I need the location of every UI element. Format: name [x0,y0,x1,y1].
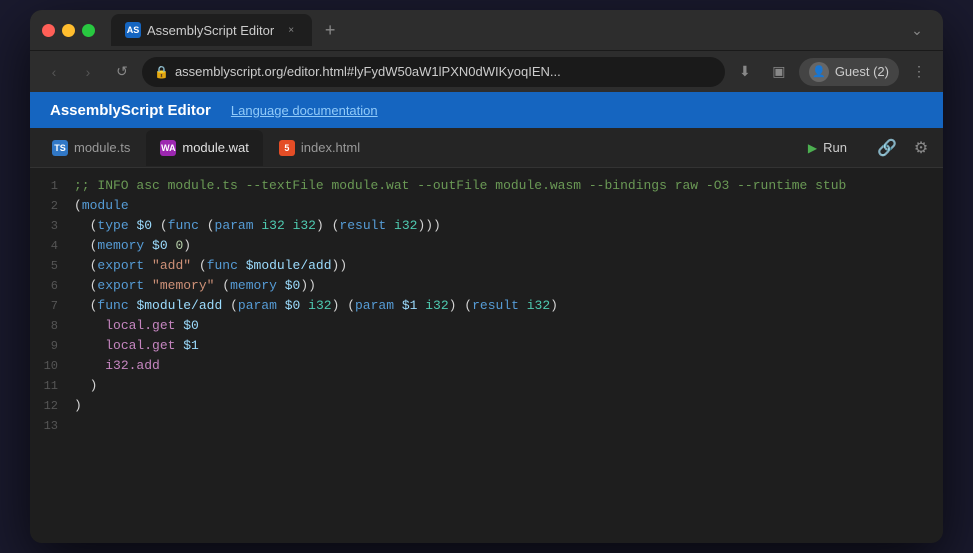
tab-index-html[interactable]: 5 index.html [265,130,374,166]
toolbar-icons: 🔗 ⚙ [873,134,935,162]
address-url: assemblyscript.org/editor.html#lyFydW50a… [175,64,713,79]
tab-label-module-ts: module.ts [74,140,130,155]
code-line: 3 (type $0 (func (param i32 i32) (result… [30,216,943,236]
code-line: 9 local.get $1 [30,336,943,356]
code-line: 7 (func $module/add (param $0 i32) (para… [30,296,943,316]
code-line: 5 (export "add" (func $module/add)) [30,256,943,276]
code-line: 13 [30,416,943,436]
browser-window: AS AssemblyScript Editor × + ⌄ ‹ › ↺ 🔒 a… [30,10,943,543]
link-icon-button[interactable]: 🔗 [873,134,901,162]
code-line: 11 ) [30,376,943,396]
code-line: 10 i32.add [30,356,943,376]
tab-label-index-html: index.html [301,140,360,155]
run-icon: ▶ [808,141,817,155]
ts-file-icon: TS [52,140,68,156]
app-header: AssemblyScript Editor Language documenta… [30,92,943,128]
code-line: 12 ) [30,396,943,416]
language-docs-link[interactable]: Language documentation [231,103,378,118]
title-bar: AS AssemblyScript Editor × + ⌄ [30,10,943,50]
forward-button[interactable]: › [74,58,102,86]
tab-label-module-wat: module.wat [182,140,248,155]
tab-close-button[interactable]: × [284,23,298,37]
user-icon: 👤 [809,62,829,82]
address-bar-row: ‹ › ↺ 🔒 assemblyscript.org/editor.html#l… [30,50,943,92]
file-tabs-bar: TS module.ts WA module.wat 5 index.html … [30,128,943,168]
close-traffic-light[interactable] [42,24,55,37]
back-button[interactable]: ‹ [40,58,68,86]
code-line: 6 (export "memory" (memory $0)) [30,276,943,296]
app-title: AssemblyScript Editor [50,102,211,119]
download-button[interactable]: ⬇ [731,58,759,86]
minimize-traffic-light[interactable] [62,24,75,37]
browser-tab[interactable]: AS AssemblyScript Editor × [111,14,312,46]
tab-favicon: AS [125,22,141,38]
run-label: Run [823,140,847,155]
user-account-button[interactable]: 👤 Guest (2) [799,58,899,86]
address-bar[interactable]: 🔒 assemblyscript.org/editor.html#lyFydW5… [142,57,725,87]
code-line: 4 (memory $0 0) [30,236,943,256]
new-tab-button[interactable]: + [316,16,344,44]
run-button[interactable]: ▶ Run [792,136,863,159]
tab-title: AssemblyScript Editor [147,23,274,38]
code-editor[interactable]: 1 ;; INFO asc module.ts --textFile modul… [30,168,943,543]
lock-icon: 🔒 [154,65,169,79]
reload-button[interactable]: ↺ [108,58,136,86]
settings-icon-button[interactable]: ⚙ [907,134,935,162]
maximize-traffic-light[interactable] [82,24,95,37]
user-label: Guest (2) [835,64,889,79]
html-file-icon: 5 [279,140,295,156]
more-options-button[interactable]: ⋮ [905,58,933,86]
tab-module-ts[interactable]: TS module.ts [38,130,144,166]
sidebar-button[interactable]: ▣ [765,58,793,86]
browser-tab-bar: AS AssemblyScript Editor × + [111,14,895,46]
code-line: 8 local.get $0 [30,316,943,336]
window-menu-button[interactable]: ⌄ [903,16,931,44]
wat-file-icon: WA [160,140,176,156]
code-line: 1 ;; INFO asc module.ts --textFile modul… [30,176,943,196]
code-line: 2 (module [30,196,943,216]
traffic-lights [42,24,95,37]
tab-module-wat[interactable]: WA module.wat [146,130,262,166]
